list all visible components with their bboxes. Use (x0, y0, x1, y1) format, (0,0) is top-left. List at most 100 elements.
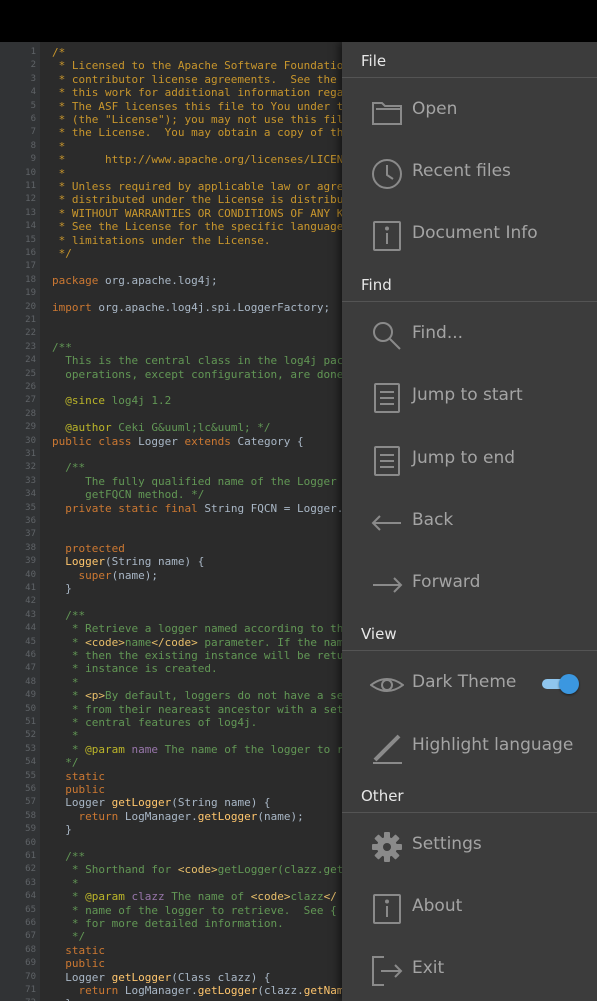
divider (342, 301, 597, 302)
code-text: return LogManager.getLogger(clazz.getNam (78, 984, 344, 997)
code-text: * (52, 166, 66, 180)
line-number: 13 (25, 207, 36, 218)
line-number: 31 (25, 449, 36, 459)
line-number: 45 (25, 636, 36, 647)
menu-item-highlight-language[interactable]: Highlight language (342, 717, 597, 777)
line-number: 53 (25, 743, 36, 754)
menu-label-exit: Exit (412, 958, 445, 978)
menu-item-about[interactable]: About (342, 878, 597, 938)
divider (342, 77, 597, 78)
line-number: 16 (25, 248, 36, 258)
code-text: * (52, 876, 79, 890)
menu-item-dark-theme[interactable]: Dark Theme (342, 654, 597, 714)
section-header-view: View (361, 625, 397, 643)
line-number: 8 (30, 140, 36, 151)
code-text: * <p>By default, loggers do not have a s… (52, 689, 344, 703)
code-text: * then the existing instance will be ret… (52, 649, 344, 662)
code-text: public class Logger extends Category { (52, 434, 304, 448)
code-text: import org.apache.log4j.spi.LoggerFactor… (52, 300, 331, 314)
line-number: 11 (25, 181, 36, 191)
code-text: * WITHOUT WARRANTIES OR CONDITIONS OF AN… (52, 206, 344, 220)
menu-label-dark-theme: Dark Theme (412, 672, 517, 692)
line-number: 36 (25, 516, 36, 526)
code-text: * instance is created. (52, 662, 218, 676)
menu-label-jump-to-start: Jump to start (412, 385, 523, 405)
code-text: * distributed under the License is distr… (52, 193, 344, 207)
line-number: 20 (25, 301, 36, 312)
line-number: 50 (25, 703, 36, 714)
gear-icon (372, 832, 402, 862)
menu-item-forward[interactable]: Forward (342, 554, 597, 614)
exit-icon (372, 956, 403, 986)
menu-label-about: About (412, 896, 463, 916)
code-text: getFQCN method. */ (52, 488, 205, 502)
code-text: Logger getLogger(Class clazz) { (52, 970, 271, 984)
line-number: 32 (25, 462, 36, 473)
document-lines-icon (374, 383, 400, 413)
code-text: */ (52, 247, 72, 260)
menu-item-exit[interactable]: Exit (342, 940, 597, 1000)
code-text: return LogManager.getLogger(name); (78, 809, 304, 823)
line-number: 28 (25, 408, 36, 419)
menu-item-back[interactable]: Back (342, 492, 597, 552)
code-text: * Retrieve a logger named according to t… (52, 622, 344, 636)
menu-item-find[interactable]: Find... (342, 305, 597, 365)
line-number: 18 (25, 274, 36, 285)
code-text: /** (52, 850, 86, 863)
section-header-find: Find (361, 276, 392, 294)
folder-icon (372, 102, 402, 125)
line-number: 21 (25, 315, 36, 325)
line-number: 49 (25, 690, 36, 701)
line-number: 19 (25, 288, 36, 299)
line-number: 51 (25, 717, 36, 727)
menu-label-settings: Settings (412, 834, 482, 854)
line-number: 38 (25, 542, 36, 553)
code-text: public (65, 783, 105, 796)
arrow-left-icon (371, 515, 401, 531)
code-text: * this work for additional information r… (52, 86, 344, 100)
line-number: 43 (25, 609, 36, 620)
line-number: 2 (30, 60, 36, 71)
dark-theme-toggle[interactable] (538, 674, 580, 694)
menu-label-highlight-language: Highlight language (412, 735, 574, 755)
menu-item-open[interactable]: Open (342, 81, 597, 141)
code-text: @author Ceki G&uuml;lc&uuml; */ (65, 421, 271, 435)
line-number: 63 (25, 877, 36, 888)
pencil-icon (373, 734, 402, 764)
line-number: 52 (25, 730, 36, 741)
line-number: 5 (30, 100, 36, 111)
code-text: * name of the logger to retrieve. See { (52, 903, 337, 917)
line-number: 48 (25, 676, 36, 687)
menu-item-jump-to-start[interactable]: Jump to start (342, 367, 597, 427)
line-number: 10 (25, 167, 36, 178)
line-number: 12 (25, 194, 36, 205)
section-header-other: Other (361, 787, 404, 805)
code-text: protected (65, 541, 125, 555)
line-number: 47 (25, 663, 36, 674)
line-number: 24 (25, 355, 36, 366)
code-text: * <code>name</code> parameter. If the na… (52, 635, 344, 649)
menu-label-forward: Forward (412, 572, 481, 592)
menu-item-jump-to-end[interactable]: Jump to end (342, 430, 597, 490)
code-text: * contributor license agreements. See th… (52, 72, 337, 86)
menu-label-document-info: Document Info (412, 223, 538, 243)
menu-item-settings[interactable]: Settings (342, 816, 597, 876)
code-text: * (52, 729, 79, 743)
line-number: 14 (25, 221, 36, 232)
code-text: * @param clazz The name of <code>clazz</ (52, 890, 337, 904)
code-text: /* (52, 46, 66, 59)
line-number: 34 (25, 489, 36, 500)
line-number: 69 (25, 958, 36, 969)
line-number: 62 (25, 864, 36, 875)
arrow-right-icon (373, 577, 403, 593)
line-number: 68 (25, 944, 36, 955)
section-header-file: File (361, 52, 387, 70)
line-number: 59 (25, 824, 36, 835)
line-number: 1 (30, 47, 36, 57)
code-text: * the License. You may obtain a copy of … (52, 126, 344, 140)
menu-item-recent-files[interactable]: Recent files (342, 143, 597, 203)
code-text: * central features of log4j. (52, 716, 258, 729)
document-lines-icon (374, 446, 400, 476)
code-text: * from their neareast ancestor with a se… (52, 702, 344, 716)
menu-item-document-info[interactable]: Document Info (342, 205, 597, 265)
